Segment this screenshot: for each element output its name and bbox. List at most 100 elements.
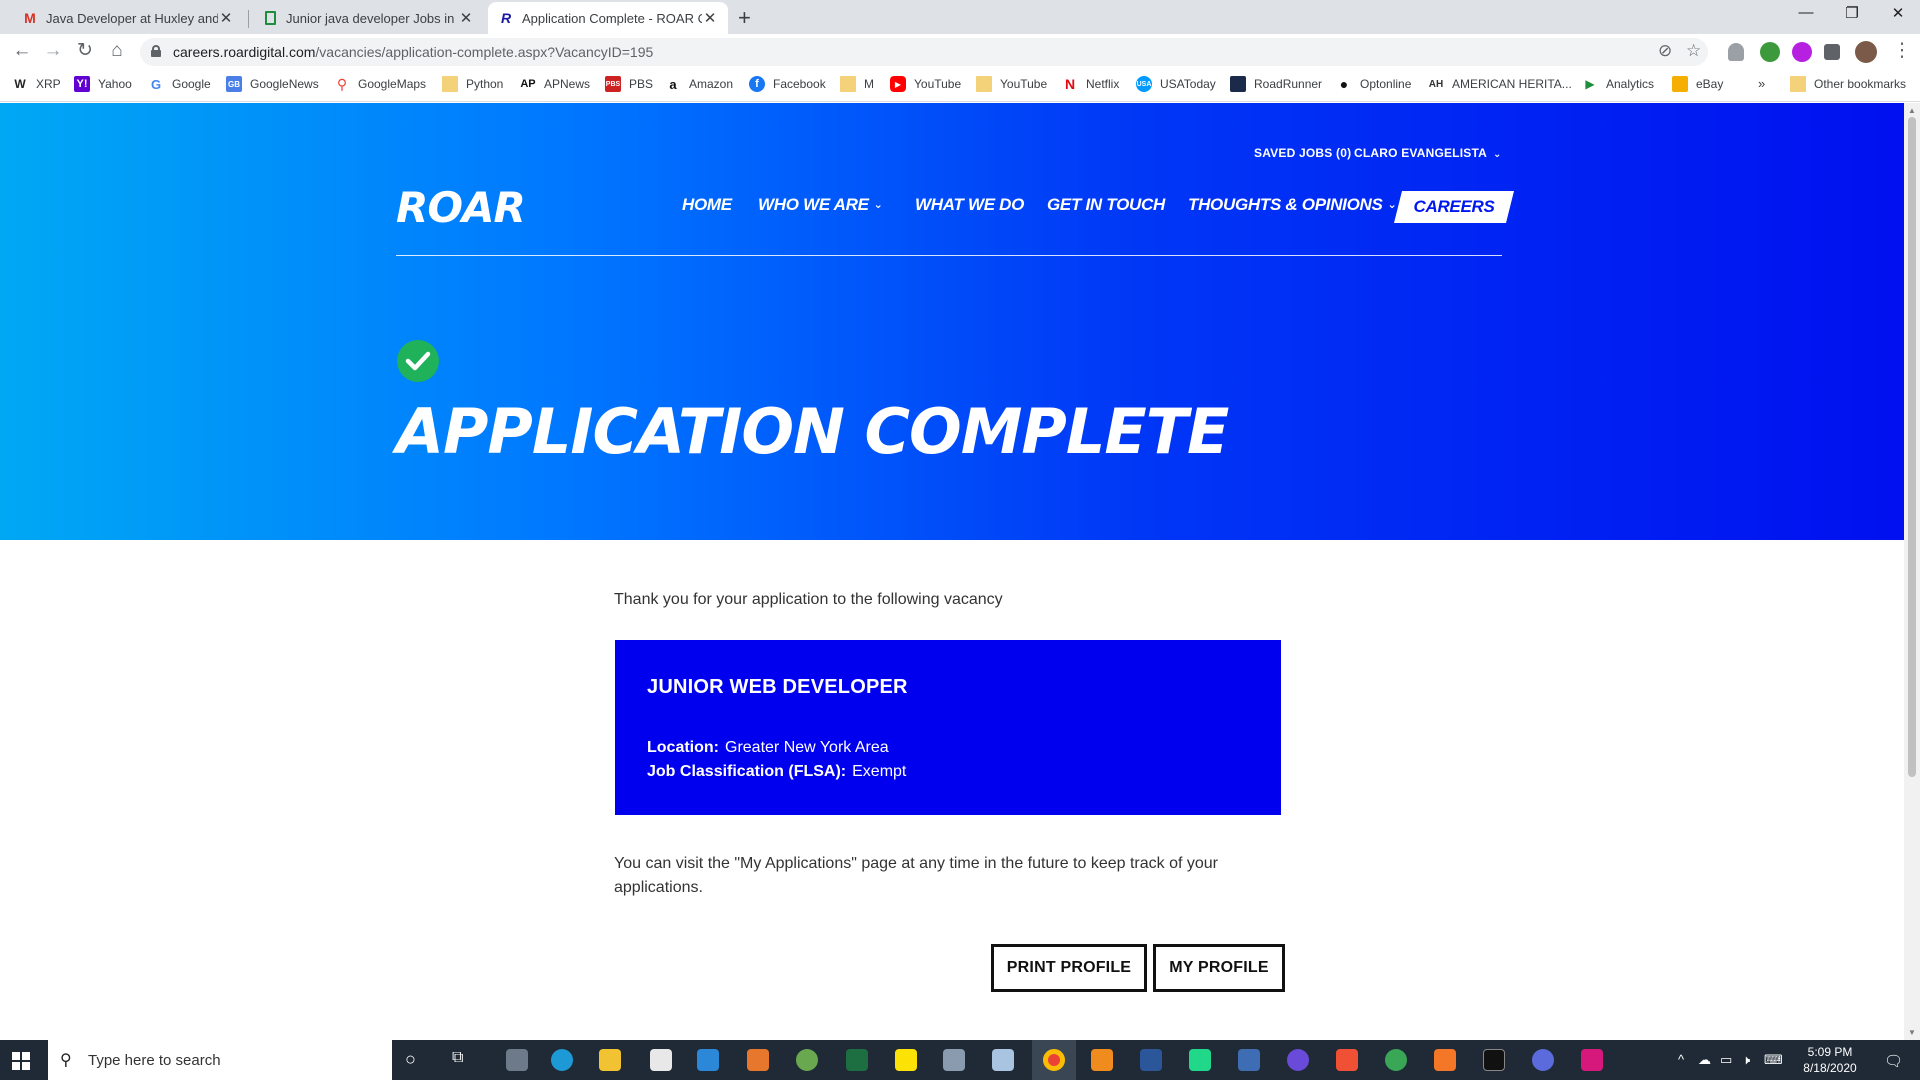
app-icon[interactable] (1385, 1049, 1407, 1071)
back-icon[interactable]: ← (10, 39, 34, 63)
scrollbar-thumb[interactable] (1908, 117, 1916, 777)
extension-icon[interactable] (1792, 42, 1812, 62)
user-menu[interactable]: CLARO EVANGELISTA ⌄ (1354, 146, 1502, 160)
minimize-icon[interactable]: — (1786, 4, 1826, 21)
home-icon[interactable]: ⌂ (105, 39, 129, 63)
scroll-up-icon[interactable]: ▲ (1908, 106, 1916, 115)
address-bar[interactable]: careers.roardigital.com/vacancies/applic… (140, 38, 1708, 66)
bookmark-xrp[interactable]: W XRP (12, 76, 60, 92)
puzzle-icon[interactable] (1824, 44, 1840, 60)
page-viewport: SAVED JOBS (0) CLARO EVANGELISTA ⌄ ROAR H… (0, 103, 1904, 1040)
nav-careers[interactable]: CAREERS (1394, 191, 1514, 223)
bookmark-ebay[interactable]: eBay (1672, 76, 1723, 92)
windows-start-icon[interactable] (12, 1052, 30, 1070)
nav-what-we-do[interactable]: WHAT WE DO (915, 195, 1024, 215)
bookmark-yahoo[interactable]: Y! Yahoo (74, 76, 132, 92)
roar-logo[interactable]: ROAR (396, 183, 526, 232)
bookmark-amazon[interactable]: a Amazon (665, 76, 733, 92)
app-icon[interactable] (992, 1049, 1014, 1071)
bookmark-usatoday[interactable]: USA USAToday (1136, 76, 1216, 92)
bookmark-roadrunner[interactable]: RoadRunner (1230, 76, 1322, 92)
bookmark-star-icon[interactable]: ☆ (1686, 41, 1701, 61)
app-icon[interactable] (1532, 1049, 1554, 1071)
bookmarks-overflow[interactable]: » (1758, 76, 1765, 91)
volume-icon[interactable]: 🕨 (1742, 1052, 1750, 1068)
taskbar-search[interactable]: ⚲ Type here to search (48, 1040, 392, 1080)
notifications-icon[interactable]: 🗨 (1884, 1052, 1903, 1070)
bookmark-facebook[interactable]: f Facebook (749, 76, 826, 92)
app-icon[interactable] (506, 1049, 528, 1071)
network-icon[interactable]: ▭ (1720, 1052, 1732, 1068)
hero-banner: SAVED JOBS (0) CLARO EVANGELISTA ⌄ ROAR H… (0, 103, 1904, 540)
pycharm-icon[interactable] (1189, 1049, 1211, 1071)
bookmark-pbs[interactable]: PBS PBS (605, 76, 653, 92)
close-tab-icon[interactable]: ✕ (458, 9, 474, 27)
taskbar-active-chrome[interactable] (1032, 1040, 1076, 1080)
restore-icon[interactable]: ❐ (1832, 4, 1872, 22)
bookmark-netflix[interactable]: N Netflix (1062, 76, 1119, 92)
menu-icon[interactable]: ⋮ (1890, 39, 1914, 63)
cortana-icon[interactable]: ○ (405, 1049, 416, 1070)
avatar[interactable] (1855, 41, 1877, 63)
app-icon[interactable] (1287, 1049, 1309, 1071)
tab-jobs[interactable]: Junior java developer Jobs in Ne ✕ (252, 2, 484, 34)
other-bookmarks[interactable]: Other bookmarks (1790, 76, 1906, 92)
nav-who-we-are[interactable]: WHO WE ARE ⌄ (758, 195, 883, 215)
nav-home[interactable]: HOME (682, 195, 732, 215)
saved-jobs-link[interactable]: SAVED JOBS (0) (1254, 146, 1351, 160)
bookmark-googlemaps[interactable]: ⚲ GoogleMaps (334, 76, 426, 92)
bookmark-googlenews[interactable]: GB GoogleNews (226, 76, 319, 92)
yahoo-icon: Y! (74, 76, 90, 92)
url-text[interactable]: careers.roardigital.com/vacancies/applic… (173, 44, 653, 60)
bookmark-m[interactable]: M (840, 76, 874, 92)
taskbar-clock[interactable]: 5:09 PM 8/18/2020 (1794, 1044, 1866, 1076)
file-explorer-icon[interactable] (599, 1049, 621, 1071)
tab-gmail[interactable]: M Java Developer at Huxley and 9 m ✕ (12, 2, 244, 34)
app-icon[interactable] (943, 1049, 965, 1071)
bookmark-google[interactable]: G Google (148, 76, 211, 92)
onedrive-icon[interactable]: ☁ (1698, 1052, 1711, 1068)
keyboard-icon[interactable]: ⌨ (1764, 1052, 1783, 1068)
close-tab-icon[interactable]: ✕ (702, 9, 718, 27)
clock-time: 5:09 PM (1807, 1045, 1853, 1059)
extension-icon[interactable] (1760, 42, 1780, 62)
tab-roar[interactable]: R Application Complete - ROAR Ca ✕ (488, 2, 728, 34)
media-player-icon[interactable] (747, 1049, 769, 1071)
nav-get-in-touch[interactable]: GET IN TOUCH (1047, 195, 1165, 215)
print-profile-button[interactable]: PRINT PROFILE (991, 944, 1147, 992)
forward-icon[interactable]: → (41, 39, 65, 63)
tray-chevron-icon[interactable]: ^ (1678, 1052, 1684, 1067)
git-icon[interactable] (1336, 1049, 1358, 1071)
excel-icon[interactable] (846, 1049, 868, 1071)
close-tab-icon[interactable]: ✕ (218, 9, 234, 27)
intellij-icon[interactable] (1581, 1049, 1603, 1071)
bookmark-apnews[interactable]: AP APNews (520, 76, 590, 92)
extension-icon[interactable] (1728, 43, 1744, 61)
word-icon[interactable] (1140, 1049, 1162, 1071)
app-icon[interactable] (1238, 1049, 1260, 1071)
app-icon[interactable] (796, 1049, 818, 1071)
tracking-icon[interactable]: ⊘ (1658, 41, 1672, 61)
sublime-icon[interactable] (1091, 1049, 1113, 1071)
new-tab-icon[interactable]: + (738, 5, 751, 31)
mail-icon[interactable] (697, 1049, 719, 1071)
my-profile-button[interactable]: MY PROFILE (1153, 944, 1285, 992)
bookmark-python[interactable]: Python (442, 76, 503, 92)
scroll-down-icon[interactable]: ▼ (1908, 1028, 1916, 1037)
nav-thoughts-opinions[interactable]: THOUGHTS & OPINIONS ⌄ (1188, 195, 1397, 215)
store-icon[interactable] (650, 1049, 672, 1071)
jupyter-icon[interactable] (1434, 1049, 1456, 1071)
vacancy-title: JUNIOR WEB DEVELOPER (647, 676, 908, 698)
bookmark-youtube-folder[interactable]: YouTube (976, 76, 1047, 92)
bookmark-youtube[interactable]: ▶ YouTube (890, 76, 961, 92)
sticky-notes-icon[interactable] (895, 1049, 917, 1071)
edge-icon[interactable] (551, 1049, 573, 1071)
terminal-icon[interactable] (1483, 1049, 1505, 1071)
bookmark-american-heritage[interactable]: AH AMERICAN HERITA... (1428, 76, 1572, 92)
bookmark-analytics[interactable]: ▶ Analytics (1582, 76, 1654, 92)
task-view-icon[interactable]: ⧉ (452, 1049, 463, 1067)
close-window-icon[interactable]: ✕ (1878, 4, 1918, 22)
page-scrollbar[interactable]: ▲ ▼ (1904, 103, 1920, 1040)
bookmark-optonline[interactable]: ● Optonline (1336, 76, 1412, 92)
reload-icon[interactable]: ↻ (73, 39, 97, 63)
